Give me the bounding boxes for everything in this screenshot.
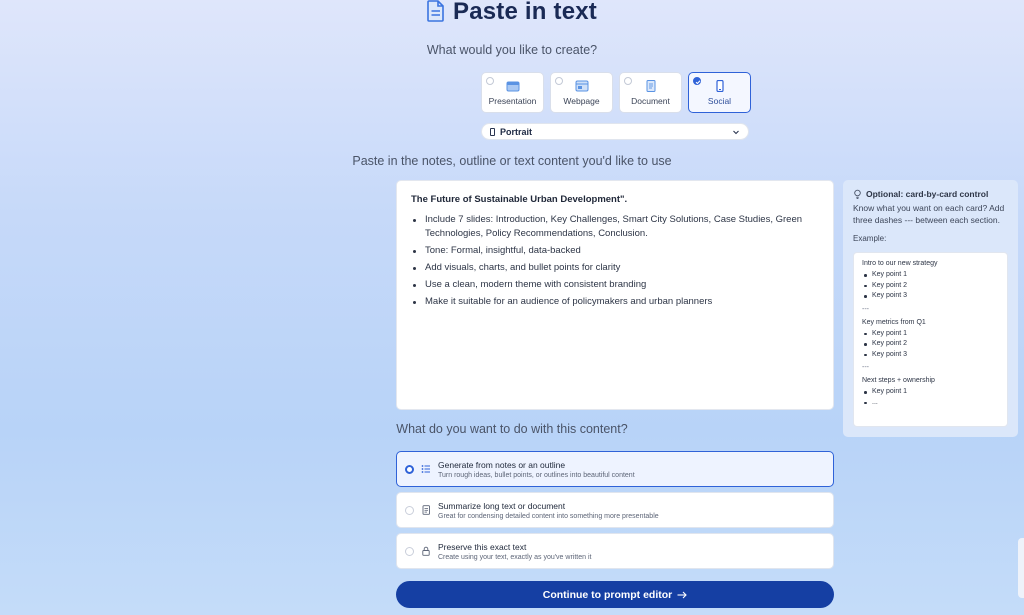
- chevron-down-icon: [733, 130, 739, 134]
- editor-bullet: Tone: Formal, insightful, data-backed: [411, 244, 819, 258]
- tips-heading: Optional: card-by-card control: [866, 189, 989, 199]
- example-section-title: Intro to our new strategy: [862, 260, 938, 267]
- phone-icon: [715, 80, 724, 92]
- example-list: Key point 1 ...: [862, 387, 999, 408]
- example-section-title: Next steps + ownership: [862, 377, 935, 384]
- type-label: Social: [707, 96, 732, 106]
- option-preserve[interactable]: Preserve this exact text Create using yo…: [396, 533, 834, 569]
- radio-icon: [405, 546, 414, 556]
- tips-example-box: Intro to our new strategy Key point 1 Ke…: [853, 252, 1008, 427]
- example-item: Key point 3: [862, 350, 999, 361]
- format-select-value: Portrait: [500, 126, 533, 137]
- option-text: Summarize long text or document Great fo…: [438, 501, 659, 520]
- option-title: Summarize long text or document: [438, 500, 566, 511]
- card-control-tips: Optional: card-by-card control Know what…: [843, 180, 1018, 437]
- paste-question: Paste in the notes, outline or text cont…: [352, 154, 672, 168]
- radio-icon: [405, 464, 414, 474]
- example-separator: ---: [862, 305, 869, 313]
- arrow-right-icon: [677, 591, 688, 598]
- editor-title: The Future of Sustainable Urban Developm…: [411, 194, 628, 205]
- page-title: Paste in text: [453, 0, 597, 25]
- type-label: Presentation: [488, 96, 537, 106]
- continue-button[interactable]: Continue to prompt editor: [396, 581, 834, 608]
- content-type-selector: Presentation Webpage Document Social: [481, 72, 751, 113]
- continue-button-label: Continue to prompt editor: [542, 588, 673, 601]
- option-description: Turn rough ideas, bullet points, or outl…: [438, 471, 635, 479]
- option-text: Generate from notes or an outline Turn r…: [438, 460, 635, 479]
- option-description: Great for condensing detailed content in…: [438, 512, 659, 520]
- create-question: What would you like to create?: [426, 43, 598, 57]
- type-card-webpage[interactable]: Webpage: [550, 72, 613, 113]
- radio-icon: [624, 77, 632, 85]
- presentation-icon: [506, 81, 519, 92]
- option-title: Generate from notes or an outline: [438, 459, 566, 470]
- webpage-icon: [575, 80, 588, 92]
- type-card-document[interactable]: Document: [619, 72, 682, 113]
- option-generate[interactable]: Generate from notes or an outline Turn r…: [396, 451, 834, 487]
- tips-description: Know what you want on each card? Add thr…: [853, 203, 1005, 225]
- lightbulb-icon: [854, 189, 861, 199]
- example-list: Key point 1 Key point 2 Key point 3: [862, 329, 999, 361]
- editor-bullet: Use a clean, modern theme with consisten…: [411, 278, 819, 292]
- type-card-social[interactable]: Social: [688, 72, 751, 113]
- type-label: Webpage: [563, 96, 600, 106]
- example-item: Key point 2: [862, 339, 999, 350]
- format-select[interactable]: Portrait: [481, 123, 749, 140]
- radio-icon: [555, 77, 563, 85]
- example-item: Key point 2: [862, 281, 999, 292]
- example-item: ...: [862, 398, 999, 409]
- option-summarize[interactable]: Summarize long text or document Great fo…: [396, 492, 834, 528]
- example-list: Key point 1 Key point 2 Key point 3: [862, 270, 999, 302]
- editor-bullet: Make it suitable for an audience of poli…: [411, 295, 819, 309]
- list-icon: [421, 465, 430, 473]
- text-editor[interactable]: The Future of Sustainable Urban Developm…: [396, 180, 834, 410]
- check-icon: [693, 77, 701, 85]
- tips-header: Optional: card-by-card control: [853, 189, 1008, 199]
- side-panel-handle[interactable]: [1018, 538, 1024, 598]
- radio-icon: [486, 77, 494, 85]
- tips-example-label: Example:: [853, 234, 887, 243]
- document-icon: [646, 80, 655, 92]
- lock-icon: [422, 546, 430, 556]
- example-item: Key point 1: [862, 270, 999, 281]
- editor-bullets: Include 7 slides: Introduction, Key Chal…: [411, 213, 819, 309]
- option-title: Preserve this exact text: [438, 541, 527, 552]
- action-question: What do you want to do with this content…: [396, 422, 628, 436]
- example-separator: ---: [862, 364, 869, 371]
- editor-bullet: Include 7 slides: Introduction, Key Chal…: [411, 213, 819, 241]
- type-label: Document: [631, 96, 670, 106]
- page-header: Paste in text: [0, 0, 1024, 24]
- option-description: Create using your text, exactly as you'v…: [438, 553, 592, 561]
- example-item: Key point 1: [862, 387, 999, 398]
- phone-icon: [490, 127, 495, 136]
- type-card-presentation[interactable]: Presentation: [481, 72, 544, 113]
- document-icon: [427, 0, 444, 22]
- example-item: Key point 3: [862, 291, 999, 302]
- file-text-icon: [422, 505, 430, 515]
- option-text: Preserve this exact text Create using yo…: [438, 542, 591, 561]
- editor-bullet: Add visuals, charts, and bullet points f…: [411, 261, 819, 275]
- radio-icon: [405, 505, 414, 515]
- example-section-title: Key metrics from Q1: [862, 318, 926, 326]
- example-item: Key point 1: [862, 329, 999, 340]
